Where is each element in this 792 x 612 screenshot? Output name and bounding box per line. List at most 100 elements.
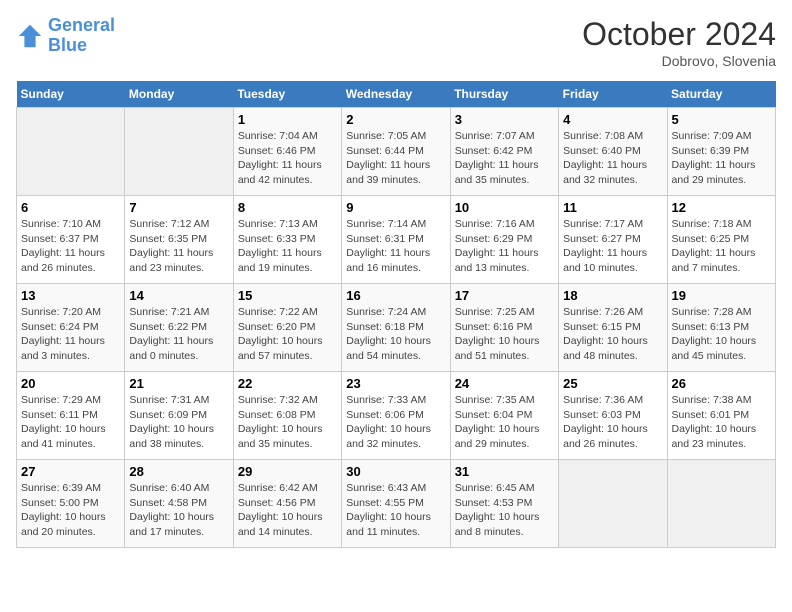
calendar-header: SundayMondayTuesdayWednesdayThursdayFrid… [17,81,776,108]
day-number: 25 [563,376,662,391]
calendar-cell: 22Sunrise: 7:32 AM Sunset: 6:08 PM Dayli… [233,372,341,460]
day-number: 19 [672,288,771,303]
day-info: Sunrise: 6:40 AM Sunset: 4:58 PM Dayligh… [129,481,228,540]
location: Dobrovo, Slovenia [582,53,776,69]
logo-icon [16,22,44,50]
calendar-cell: 25 Sunrise: 7:36 AM Sunset: 6:03 PM Dayli… [559,372,667,460]
calendar-cell: 16Sunrise: 7:24 AM Sunset: 6:18 PM Dayli… [342,284,450,372]
calendar-cell [125,108,233,196]
day-number: 13 [21,288,120,303]
day-number: 28 [129,464,228,479]
day-number: 26 [672,376,771,391]
day-info: Sunrise: 6:43 AM Sunset: 4:55 PM Dayligh… [346,481,445,540]
day-number: 1 [238,112,337,127]
day-info: Sunrise: 6:39 AM Sunset: 5:00 PM Dayligh… [21,481,120,540]
day-number: 20 [21,376,120,391]
day-number: 29 [238,464,337,479]
day-info: Sunrise: 7:12 AM Sunset: 6:35 PM Dayligh… [129,217,228,276]
day-info: Sunrise: 7:33 AM Sunset: 6:06 PM Dayligh… [346,393,445,452]
calendar-cell: 12Sunrise: 7:18 AM Sunset: 6:25 PM Dayli… [667,196,775,284]
calendar-cell: 3 Sunrise: 7:07 AM Sunset: 6:42 PM Daylig… [450,108,558,196]
calendar-cell: 9 Sunrise: 7:14 AM Sunset: 6:31 PM Daylig… [342,196,450,284]
day-info: Sunrise: 7:36 AM Sunset: 6:03 PM Dayligh… [563,393,662,452]
day-info: Sunrise: 7:29 AM Sunset: 6:11 PM Dayligh… [21,393,120,452]
calendar-week-row: 1 Sunrise: 7:04 AM Sunset: 6:46 PM Daylig… [17,108,776,196]
day-number: 17 [455,288,554,303]
calendar-cell: 21Sunrise: 7:31 AM Sunset: 6:09 PM Dayli… [125,372,233,460]
calendar-cell: 31 Sunrise: 6:45 AM Sunset: 4:53 PM Dayli… [450,460,558,548]
day-info: Sunrise: 7:16 AM Sunset: 6:29 PM Dayligh… [455,217,554,276]
calendar-cell: 28 Sunrise: 6:40 AM Sunset: 4:58 PM Dayli… [125,460,233,548]
day-info: Sunrise: 7:09 AM Sunset: 6:39 PM Dayligh… [672,129,771,188]
calendar-cell: 4 Sunrise: 7:08 AM Sunset: 6:40 PM Daylig… [559,108,667,196]
weekday-header: Wednesday [342,81,450,108]
calendar-cell: 7 Sunrise: 7:12 AM Sunset: 6:35 PM Daylig… [125,196,233,284]
calendar-cell: 15 Sunrise: 7:22 AM Sunset: 6:20 PM Dayli… [233,284,341,372]
day-info: Sunrise: 7:13 AM Sunset: 6:33 PM Dayligh… [238,217,337,276]
day-number: 18 [563,288,662,303]
title-block: October 2024 Dobrovo, Slovenia [582,16,776,69]
day-info: Sunrise: 7:05 AM Sunset: 6:44 PM Dayligh… [346,129,445,188]
day-info: Sunrise: 7:20 AM Sunset: 6:24 PM Dayligh… [21,305,120,364]
calendar-cell: 10 Sunrise: 7:16 AM Sunset: 6:29 PM Dayli… [450,196,558,284]
calendar-cell: 2 Sunrise: 7:05 AM Sunset: 6:44 PM Daylig… [342,108,450,196]
calendar-cell: 30 Sunrise: 6:43 AM Sunset: 4:55 PM Dayli… [342,460,450,548]
calendar-cell: 19 Sunrise: 7:28 AM Sunset: 6:13 PM Dayli… [667,284,775,372]
day-info: Sunrise: 7:04 AM Sunset: 6:46 PM Dayligh… [238,129,337,188]
calendar-cell: 20 Sunrise: 7:29 AM Sunset: 6:11 PM Dayli… [17,372,125,460]
day-info: Sunrise: 7:38 AM Sunset: 6:01 PM Dayligh… [672,393,771,452]
calendar-cell: 17 Sunrise: 7:25 AM Sunset: 6:16 PM Dayli… [450,284,558,372]
day-info: Sunrise: 7:25 AM Sunset: 6:16 PM Dayligh… [455,305,554,364]
calendar-cell: 1 Sunrise: 7:04 AM Sunset: 6:46 PM Daylig… [233,108,341,196]
calendar-cell: 13 Sunrise: 7:20 AM Sunset: 6:24 PM Dayli… [17,284,125,372]
day-number: 9 [346,200,445,215]
calendar-cell: 8Sunrise: 7:13 AM Sunset: 6:33 PM Daylig… [233,196,341,284]
day-info: Sunrise: 7:28 AM Sunset: 6:13 PM Dayligh… [672,305,771,364]
day-number: 3 [455,112,554,127]
day-number: 10 [455,200,554,215]
calendar-cell [559,460,667,548]
day-info: Sunrise: 7:35 AM Sunset: 6:04 PM Dayligh… [455,393,554,452]
day-number: 22 [238,376,337,391]
page-header: General Blue October 2024 Dobrovo, Slove… [16,16,776,69]
calendar-cell: 14Sunrise: 7:21 AM Sunset: 6:22 PM Dayli… [125,284,233,372]
weekday-header: Friday [559,81,667,108]
weekday-row: SundayMondayTuesdayWednesdayThursdayFrid… [17,81,776,108]
day-number: 31 [455,464,554,479]
day-info: Sunrise: 7:17 AM Sunset: 6:27 PM Dayligh… [563,217,662,276]
calendar-cell [17,108,125,196]
calendar-cell: 6Sunrise: 7:10 AM Sunset: 6:37 PM Daylig… [17,196,125,284]
day-number: 2 [346,112,445,127]
calendar-week-row: 6Sunrise: 7:10 AM Sunset: 6:37 PM Daylig… [17,196,776,284]
day-info: Sunrise: 7:31 AM Sunset: 6:09 PM Dayligh… [129,393,228,452]
calendar-cell [667,460,775,548]
day-number: 23 [346,376,445,391]
day-info: Sunrise: 7:24 AM Sunset: 6:18 PM Dayligh… [346,305,445,364]
day-info: Sunrise: 7:08 AM Sunset: 6:40 PM Dayligh… [563,129,662,188]
day-number: 24 [455,376,554,391]
calendar-body: 1 Sunrise: 7:04 AM Sunset: 6:46 PM Daylig… [17,108,776,548]
day-number: 27 [21,464,120,479]
day-number: 4 [563,112,662,127]
weekday-header: Saturday [667,81,775,108]
day-info: Sunrise: 7:22 AM Sunset: 6:20 PM Dayligh… [238,305,337,364]
day-number: 5 [672,112,771,127]
calendar-week-row: 13 Sunrise: 7:20 AM Sunset: 6:24 PM Dayli… [17,284,776,372]
day-number: 11 [563,200,662,215]
day-number: 30 [346,464,445,479]
weekday-header: Thursday [450,81,558,108]
day-info: Sunrise: 7:26 AM Sunset: 6:15 PM Dayligh… [563,305,662,364]
day-number: 7 [129,200,228,215]
calendar-cell: 29 Sunrise: 6:42 AM Sunset: 4:56 PM Dayli… [233,460,341,548]
day-info: Sunrise: 6:42 AM Sunset: 4:56 PM Dayligh… [238,481,337,540]
weekday-header: Tuesday [233,81,341,108]
day-info: Sunrise: 7:21 AM Sunset: 6:22 PM Dayligh… [129,305,228,364]
calendar-week-row: 27 Sunrise: 6:39 AM Sunset: 5:00 PM Dayli… [17,460,776,548]
day-info: Sunrise: 7:14 AM Sunset: 6:31 PM Dayligh… [346,217,445,276]
day-info: Sunrise: 7:18 AM Sunset: 6:25 PM Dayligh… [672,217,771,276]
day-number: 15 [238,288,337,303]
calendar-cell: 23 Sunrise: 7:33 AM Sunset: 6:06 PM Dayli… [342,372,450,460]
calendar-cell: 11 Sunrise: 7:17 AM Sunset: 6:27 PM Dayli… [559,196,667,284]
day-info: Sunrise: 6:45 AM Sunset: 4:53 PM Dayligh… [455,481,554,540]
day-info: Sunrise: 7:07 AM Sunset: 6:42 PM Dayligh… [455,129,554,188]
